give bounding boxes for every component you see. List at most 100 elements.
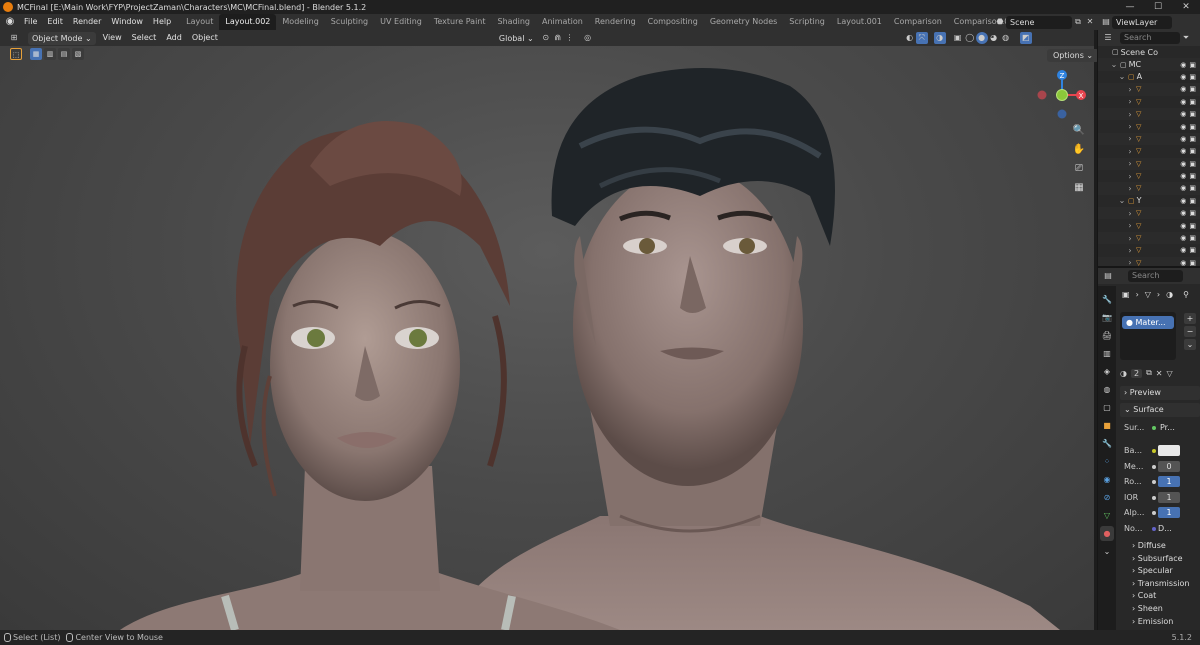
new-scene-icon[interactable]: ⧉: [1072, 16, 1084, 28]
outliner-search-input[interactable]: Search: [1120, 32, 1180, 44]
render-camera-icon[interactable]: ▣: [1189, 147, 1196, 155]
visibility-eye-icon[interactable]: ◉: [1180, 234, 1186, 242]
outliner-row[interactable]: › ▽ ◉ ▣: [1098, 120, 1200, 132]
visibility-eye-icon[interactable]: ◉: [1180, 123, 1186, 131]
pivot-icon[interactable]: ⊙: [540, 32, 552, 44]
expand-arrow-icon[interactable]: ›: [1126, 97, 1134, 106]
outliner-row[interactable]: › ▽ ◉ ▣: [1098, 145, 1200, 157]
visibility-eye-icon[interactable]: ◉: [1180, 110, 1186, 118]
overlay-toggle-icon[interactable]: ◑: [933, 32, 946, 44]
visibility-eye-icon[interactable]: ◉: [1180, 197, 1186, 205]
input-socket-icon[interactable]: [1152, 464, 1156, 469]
tab-sculpting[interactable]: Sculpting: [325, 14, 374, 30]
visibility-eye-icon[interactable]: ◉: [1180, 209, 1186, 217]
tab-comparison[interactable]: Comparison: [888, 14, 948, 30]
tool-tab-icon[interactable]: 🔧: [1100, 292, 1114, 307]
render-camera-icon[interactable]: ▣: [1189, 222, 1196, 230]
tab-layout[interactable]: Layout: [180, 14, 219, 30]
visibility-eye-icon[interactable]: ◉: [1180, 172, 1186, 180]
tab-scripting[interactable]: Scripting: [783, 14, 831, 30]
rendered-shading-icon[interactable]: ◍: [1000, 32, 1012, 44]
material-slot-item[interactable]: ● Mater...: [1122, 316, 1174, 329]
menu-edit[interactable]: Edit: [42, 14, 68, 30]
tab-texture-paint[interactable]: Texture Paint: [428, 14, 492, 30]
snap-target-icon[interactable]: ⋮: [564, 32, 576, 44]
subpanel-header[interactable]: › Sheen: [1132, 603, 1163, 616]
select-intersect-icon[interactable]: ▧: [72, 48, 84, 60]
bsdf-field-value[interactable]: 0: [1158, 460, 1180, 472]
outliner-row[interactable]: ⌄ ▢ A ◉ ▣: [1098, 71, 1200, 83]
gizmo-y-axis[interactable]: [1056, 89, 1068, 101]
render-camera-icon[interactable]: ▣: [1189, 172, 1196, 180]
wireframe-shading-icon[interactable]: ◯: [964, 32, 976, 44]
outliner-row[interactable]: › ▽ ◉ ▣: [1098, 132, 1200, 146]
grid-perspective-icon[interactable]: ▦: [1072, 181, 1086, 195]
preview-panel-header[interactable]: › Preview: [1120, 386, 1200, 400]
camera-view-icon[interactable]: ◩: [1019, 32, 1032, 44]
expand-arrow-icon[interactable]: ›: [1126, 147, 1134, 156]
tab-geometry-nodes[interactable]: Geometry Nodes: [704, 14, 783, 30]
outliner-row[interactable]: › ▽ ◉ ▣: [1098, 96, 1200, 108]
pan-hand-icon[interactable]: ✋: [1072, 143, 1086, 157]
render-camera-icon[interactable]: ▣: [1189, 135, 1196, 143]
tab-modeling[interactable]: Modeling: [276, 14, 324, 30]
outliner-row[interactable]: ⌄ ▢ MC ◉ ▣: [1098, 58, 1200, 71]
tab-layout-001[interactable]: Layout.001: [831, 14, 888, 30]
expand-arrow-icon[interactable]: ›: [1126, 172, 1134, 181]
render-camera-icon[interactable]: ▣: [1189, 184, 1196, 192]
tab-layout-002[interactable]: Layout.002: [219, 14, 277, 30]
subpanel-header[interactable]: › Diffuse: [1132, 540, 1166, 553]
expand-arrow-icon[interactable]: ›: [1126, 246, 1134, 255]
visibility-eye-icon[interactable]: ◉: [1180, 61, 1186, 69]
subpanel-header[interactable]: › Emission: [1132, 616, 1173, 629]
render-camera-icon[interactable]: ▣: [1189, 73, 1196, 81]
select-tool-icon[interactable]: ⬚: [10, 48, 22, 60]
outliner-row[interactable]: › ▽ ◉ ▣: [1098, 207, 1200, 220]
expand-arrow-icon[interactable]: ›: [1126, 209, 1134, 218]
outliner-row[interactable]: › ▽ ◉ ▣: [1098, 157, 1200, 170]
surface-shader-value[interactable]: Pr...: [1160, 421, 1175, 435]
render-camera-icon[interactable]: ▣: [1189, 98, 1196, 106]
outliner-row[interactable]: › ▽ ◉ ▣: [1098, 182, 1200, 195]
menu-window[interactable]: Window: [106, 14, 148, 30]
expand-arrow-icon[interactable]: ⌄: [1118, 196, 1126, 205]
maximize-button[interactable]: ☐: [1144, 0, 1172, 14]
particles-tab-icon[interactable]: ⁘: [1100, 454, 1114, 469]
visibility-eye-icon[interactable]: ◉: [1180, 85, 1186, 93]
tabs-more-icon[interactable]: ⌄: [1100, 544, 1114, 559]
navigation-gizmo[interactable]: Z X: [1035, 68, 1090, 123]
properties-editor-icon[interactable]: ▤: [1102, 270, 1114, 282]
expand-arrow-icon[interactable]: ›: [1126, 159, 1134, 168]
subpanel-header[interactable]: › Specular: [1132, 565, 1173, 578]
bsdf-field-value[interactable]: 1: [1158, 491, 1180, 503]
input-socket-icon[interactable]: [1152, 495, 1156, 500]
bsdf-field-value[interactable]: D...: [1158, 523, 1180, 534]
subpanel-header[interactable]: › Coat: [1132, 590, 1156, 603]
outliner-row[interactable]: › ▽ ◉ ▣: [1098, 170, 1200, 182]
bsdf-field-value[interactable]: 1: [1158, 507, 1180, 518]
render-tab-icon[interactable]: 📷: [1100, 310, 1114, 325]
expand-arrow-icon[interactable]: ⌄: [1118, 72, 1126, 81]
filter-icon[interactable]: ⏷: [1180, 32, 1192, 44]
expand-arrow-icon[interactable]: ›: [1126, 110, 1134, 119]
bsdf-field-value[interactable]: [1158, 445, 1180, 456]
expand-arrow-icon[interactable]: ›: [1126, 221, 1134, 230]
material-browse-icon[interactable]: ◑: [1120, 369, 1127, 378]
input-socket-icon[interactable]: [1152, 449, 1156, 453]
input-socket-icon[interactable]: [1152, 480, 1156, 484]
scene-icon[interactable]: ⬣: [994, 16, 1006, 28]
scene-field[interactable]: Scene: [1006, 15, 1072, 29]
tab-compositing[interactable]: Compositing: [642, 14, 704, 30]
transform-orientation-dropdown[interactable]: Global ⌄: [495, 32, 538, 45]
solid-shading-icon[interactable]: ●: [975, 32, 988, 44]
menu-object[interactable]: Object: [187, 30, 223, 46]
render-camera-icon[interactable]: ▣: [1189, 197, 1196, 205]
duplicate-material-icon[interactable]: ⧉: [1146, 368, 1152, 378]
outliner-row[interactable]: › ▽ ◉ ▣: [1098, 231, 1200, 245]
mesh-link-icon[interactable]: ▽: [1167, 369, 1173, 378]
gizmo-toggle-icon[interactable]: ⤧: [915, 32, 928, 44]
gizmo-neg-z-axis[interactable]: [1057, 109, 1067, 119]
mode-dropdown[interactable]: Object Mode ⌄: [28, 31, 96, 45]
add-slot-button[interactable]: +: [1184, 313, 1196, 324]
modifier-tab-icon[interactable]: 🔧: [1100, 436, 1114, 451]
